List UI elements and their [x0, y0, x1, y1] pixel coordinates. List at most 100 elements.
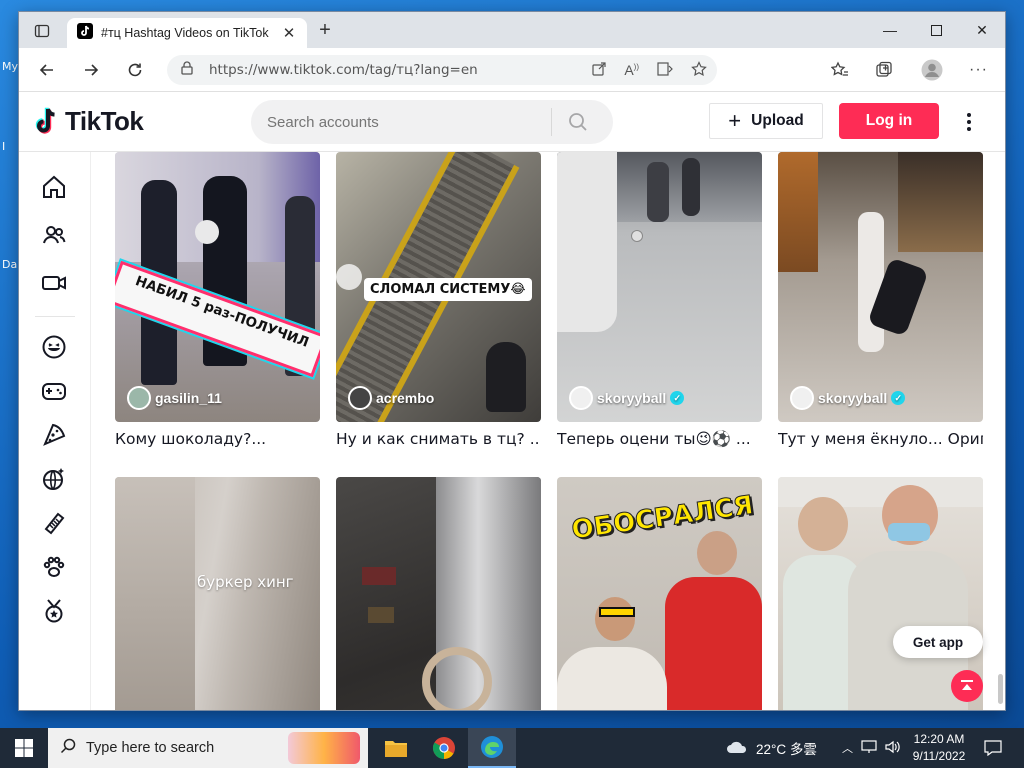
- food-icon[interactable]: [39, 420, 69, 450]
- file-explorer-icon[interactable]: [372, 728, 420, 768]
- immersive-reader-icon[interactable]: [657, 61, 673, 79]
- chevron-up-icon[interactable]: ︿: [842, 740, 853, 756]
- video-caption[interactable]: Кому шоколаду?...: [115, 430, 320, 448]
- network-icon[interactable]: [861, 739, 877, 757]
- desktop-icon-label[interactable]: Da: [2, 258, 17, 271]
- forward-icon[interactable]: [79, 58, 103, 82]
- weather-widget[interactable]: 22°C 多雲: [726, 728, 817, 768]
- following-icon[interactable]: [39, 220, 69, 250]
- video-thumbnail[interactable]: НАБИЛ 5 раз-ПОЛУЧИЛ gasilin_11: [115, 152, 320, 422]
- video-thumbnail[interactable]: skoryyball ✓: [778, 152, 983, 422]
- more-vertical-icon[interactable]: [959, 108, 979, 136]
- upload-button[interactable]: + Upload: [709, 103, 823, 139]
- clock[interactable]: 12:20 AM 9/11/2022: [900, 731, 978, 765]
- author-name: acrembo: [376, 390, 435, 406]
- favorites-icon[interactable]: [831, 58, 849, 82]
- video-thumbnail[interactable]: [778, 477, 983, 710]
- browser-window: #тц Hashtag Videos on TikTok ✕ + — ✕ htt…: [18, 11, 1006, 711]
- video-overlay-text: СЛОМАЛ СИСТЕМУ😂: [364, 278, 532, 301]
- open-in-app-icon[interactable]: [592, 61, 606, 79]
- search-highlight-icon: [288, 732, 360, 764]
- video-card[interactable]: skoryyball ✓ Теперь оцени ты😉⚽ ...: [557, 152, 762, 448]
- video-card[interactable]: [336, 477, 541, 710]
- video-card[interactable]: skoryyball ✓ Тут у меня ёкнуло... Ориг..…: [778, 152, 983, 448]
- video-thumbnail[interactable]: СЛОМАЛ СИСТЕМУ😂 acrembo: [336, 152, 541, 422]
- avatar: [569, 386, 593, 410]
- get-app-button[interactable]: Get app: [893, 626, 983, 658]
- comedy-icon[interactable]: [39, 332, 69, 362]
- new-tab-icon[interactable]: +: [313, 20, 337, 42]
- tab-bar: #тц Hashtag Videos on TikTok ✕ + — ✕: [19, 12, 1005, 48]
- clock-date: 9/11/2022: [912, 749, 966, 763]
- taskbar-search-placeholder: Type here to search: [86, 740, 215, 756]
- desktop-icon-label[interactable]: My: [2, 60, 18, 73]
- close-window-icon[interactable]: ✕: [959, 12, 1005, 48]
- lock-icon[interactable]: [181, 60, 193, 80]
- read-aloud-icon[interactable]: A)): [624, 62, 639, 78]
- animals-icon[interactable]: [39, 552, 69, 582]
- home-icon[interactable]: [39, 172, 69, 202]
- tiktok-wordmark: TikTok: [65, 106, 144, 136]
- tiktok-note-icon: [35, 107, 55, 134]
- login-button[interactable]: Log in: [839, 103, 939, 139]
- maximize-icon[interactable]: [913, 12, 959, 48]
- desktop-icon-label[interactable]: I: [2, 140, 5, 153]
- verified-badge-icon: ✓: [891, 391, 906, 405]
- back-to-top-icon[interactable]: [951, 670, 983, 702]
- page-scrollbar[interactable]: [998, 674, 1003, 704]
- video-caption[interactable]: Ну и как снимать в тц? ...: [336, 430, 541, 448]
- video-thumbnail[interactable]: буркер хинг: [115, 477, 320, 710]
- verified-badge-icon: ✓: [670, 391, 685, 405]
- search-input[interactable]: [251, 113, 551, 131]
- video-author[interactable]: skoryyball ✓: [790, 386, 906, 410]
- windows-start-icon[interactable]: [0, 728, 48, 768]
- tiktok-logo[interactable]: TikTok: [35, 106, 144, 137]
- back-icon[interactable]: [35, 58, 59, 82]
- video-card[interactable]: буркер хинг: [115, 477, 320, 710]
- edge-icon[interactable]: [468, 728, 516, 768]
- travel-icon[interactable]: [39, 464, 69, 494]
- sports-icon[interactable]: [39, 596, 69, 626]
- author-name: gasilin_11: [155, 390, 222, 406]
- url-field[interactable]: https://www.tiktok.com/tag/тц?lang=en A)…: [167, 55, 717, 85]
- tab-active[interactable]: #тц Hashtag Videos on TikTok ✕: [67, 18, 307, 48]
- more-options-icon[interactable]: ···: [969, 58, 988, 82]
- video-grid: НАБИЛ 5 раз-ПОЛУЧИЛ gasilin_11 Кому шоко…: [115, 152, 985, 710]
- search-icon: [60, 738, 76, 759]
- video-caption[interactable]: Теперь оцени ты😉⚽ ...: [557, 430, 762, 448]
- minimize-icon[interactable]: —: [867, 12, 913, 48]
- chrome-icon[interactable]: [420, 728, 468, 768]
- video-card[interactable]: [778, 477, 983, 710]
- beauty-icon[interactable]: [39, 508, 69, 538]
- tab-close-icon[interactable]: ✕: [281, 24, 297, 42]
- collections-icon[interactable]: [875, 58, 893, 82]
- add-favorite-icon[interactable]: [691, 60, 707, 80]
- clock-time: 12:20 AM: [913, 732, 965, 746]
- weather-text: 22°C 多雲: [756, 742, 817, 757]
- address-bar: https://www.tiktok.com/tag/тц?lang=en A)…: [19, 48, 1005, 92]
- sidebar: [19, 152, 91, 710]
- search-icon[interactable]: [552, 100, 604, 144]
- video-card[interactable]: ОБОСРАЛСЯ: [557, 477, 762, 710]
- tab-actions-icon[interactable]: [31, 20, 53, 42]
- refresh-icon[interactable]: [123, 58, 147, 82]
- author-name: skoryyball: [597, 390, 667, 406]
- video-author[interactable]: skoryyball ✓: [569, 386, 685, 410]
- video-thumbnail[interactable]: skoryyball ✓: [557, 152, 762, 422]
- video-thumbnail[interactable]: ОБОСРАЛСЯ: [557, 477, 762, 710]
- notifications-icon[interactable]: [984, 728, 1002, 768]
- taskbar-search[interactable]: Type here to search: [48, 728, 368, 768]
- video-card[interactable]: СЛОМАЛ СИСТЕМУ😂 acrembo Ну и как снимать…: [336, 152, 541, 448]
- author-name: skoryyball: [818, 390, 888, 406]
- profile-avatar-icon[interactable]: [921, 58, 943, 82]
- volume-icon[interactable]: [885, 740, 901, 757]
- video-thumbnail[interactable]: [336, 477, 541, 710]
- sidebar-divider: [35, 316, 75, 317]
- live-icon[interactable]: [39, 268, 69, 298]
- video-author[interactable]: gasilin_11: [127, 386, 222, 410]
- avatar: [127, 386, 151, 410]
- video-author[interactable]: acrembo: [348, 386, 434, 410]
- gaming-icon[interactable]: [39, 376, 69, 406]
- video-caption[interactable]: Тут у меня ёкнуло... Ориг...: [778, 430, 983, 448]
- video-card[interactable]: НАБИЛ 5 раз-ПОЛУЧИЛ gasilin_11 Кому шоко…: [115, 152, 320, 448]
